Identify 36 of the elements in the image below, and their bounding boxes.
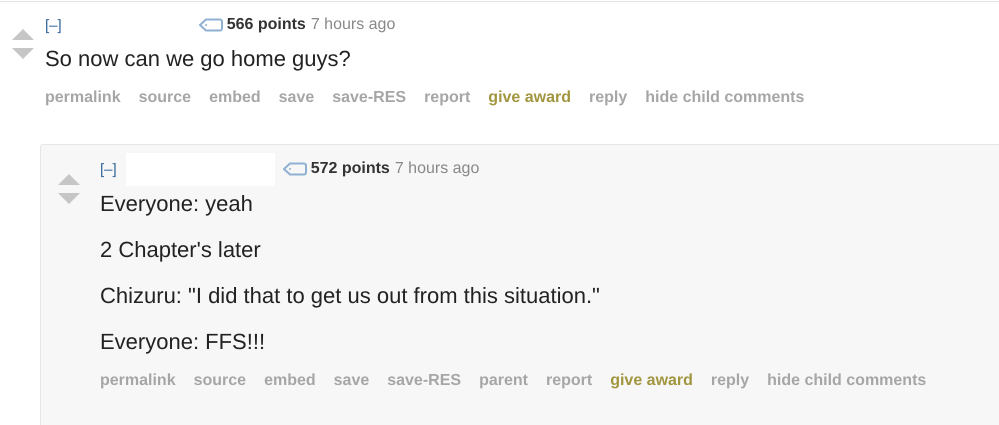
collapse-toggle[interactable]: [–] (100, 160, 117, 178)
score-text: 566 points (226, 16, 306, 34)
action-link[interactable]: save-RES (332, 89, 406, 107)
tag-icon (282, 162, 307, 176)
tag-icon (198, 18, 223, 32)
upvote-icon[interactable] (58, 174, 80, 185)
action-link[interactable]: report (546, 372, 592, 390)
timestamp: 7 hours ago (394, 160, 480, 178)
comment-text: Everyone: yeah (100, 190, 254, 218)
upvote-icon[interactable] (12, 29, 34, 40)
action-link[interactable]: save (334, 372, 370, 390)
award-link[interactable]: give award (610, 372, 693, 390)
action-link[interactable]: report (424, 89, 470, 107)
comment-text: So now can we go home guys? (45, 45, 352, 73)
timestamp: 7 hours ago (310, 16, 396, 34)
action-link[interactable]: save (278, 89, 314, 107)
action-link[interactable]: embed (209, 89, 261, 107)
action-link[interactable]: reply (589, 89, 628, 107)
action-link[interactable]: source (138, 89, 192, 107)
comment-text: Chizuru: "I did that to get us out from this situation." (100, 282, 601, 310)
action-link[interactable]: hide child comments (767, 372, 926, 390)
downvote-icon[interactable] (12, 48, 34, 59)
collapse-toggle[interactable]: [–] (45, 16, 62, 34)
action-link[interactable]: hide child comments (645, 89, 804, 107)
comment-text: Everyone: FFS!!! (100, 328, 266, 356)
award-link[interactable]: give award (488, 89, 571, 107)
action-link[interactable]: reply (710, 372, 750, 390)
score-text: 572 points (310, 160, 390, 178)
action-link[interactable]: embed (264, 372, 316, 390)
action-link[interactable]: source (194, 372, 246, 390)
action-link[interactable]: permalink (45, 89, 121, 107)
comment-text: 2 Chapter's later (100, 236, 262, 264)
action-link[interactable]: parent (479, 372, 528, 390)
downvote-icon[interactable] (58, 193, 80, 204)
action-link[interactable]: save-RES (387, 372, 462, 390)
action-link[interactable]: permalink (100, 372, 176, 390)
